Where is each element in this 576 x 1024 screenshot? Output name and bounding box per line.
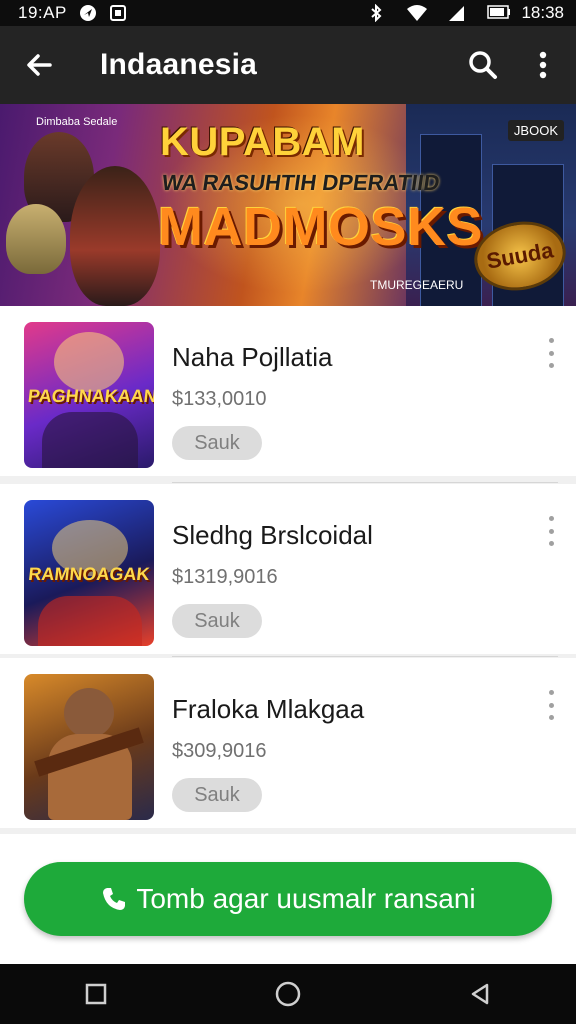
banner-cat [6, 204, 66, 274]
search-icon[interactable] [464, 46, 502, 84]
product-price: $1319,9016 [172, 566, 278, 588]
product-action-button[interactable]: Sauk [172, 778, 262, 812]
status-bar: 19:AP 18:38 [0, 0, 576, 26]
system-nav-bar [0, 964, 576, 1024]
list-divider [172, 656, 558, 657]
location-icon [79, 4, 97, 22]
product-list: PAGHNAKAAN Naha Pojllatia $133,0010 Sauk… [0, 306, 576, 834]
banner-top-caption: Dimbaba Sedale [36, 116, 118, 128]
status-time-right: 18:38 [521, 3, 564, 22]
phone-icon [100, 885, 128, 913]
list-divider [172, 482, 558, 483]
list-item[interactable]: Fraloka Mlakgaa $309,9016 Sauk [0, 658, 576, 828]
banner-headline-2: WA RASUHTIH DPERATIID [160, 170, 442, 195]
back-arrow-icon[interactable] [20, 46, 58, 84]
banner-headline-1: KUPABAM [160, 120, 365, 164]
more-vert-icon[interactable] [542, 338, 560, 368]
banner-headline-3: MADMOSKS [158, 197, 483, 257]
back-triangle-icon[interactable] [460, 974, 500, 1014]
battery-icon [487, 4, 511, 22]
signal-icon [447, 4, 465, 22]
product-name: Naha Pojllatia [172, 342, 333, 372]
product-price: $133,0010 [172, 388, 267, 410]
cta-container: Tomb agar uusmalr ransani [0, 834, 576, 964]
bluetooth-icon [367, 3, 385, 23]
home-circle-icon[interactable] [268, 974, 308, 1014]
banner-hero-main [70, 166, 160, 306]
recents-square-icon[interactable] [76, 974, 116, 1014]
product-price: $309,9016 [172, 740, 267, 762]
wifi-icon [407, 4, 428, 22]
more-vert-icon[interactable] [542, 690, 560, 720]
app-bar: Indaanesia [0, 26, 576, 104]
call-button-label: Tomb agar uusmalr ransani [136, 883, 476, 914]
product-thumbnail [24, 674, 154, 820]
call-button[interactable]: Tomb agar uusmalr ransani [24, 862, 552, 936]
more-vert-icon[interactable] [524, 46, 562, 84]
promo-banner[interactable]: Dimbaba Sedale KUPABAM WA RASUHTIH DPERA… [0, 104, 576, 306]
page-title: Indaanesia [100, 48, 258, 81]
product-thumb-label: RAMNOAGAK [27, 564, 151, 584]
product-name: Fraloka Mlakgaa [172, 694, 365, 724]
product-thumbnail: RAMNOAGAK [24, 500, 154, 646]
notification-icon [109, 4, 127, 22]
product-name: Sledhg Brslcoidal [172, 520, 373, 550]
banner-tag: JBOOK [507, 120, 564, 141]
banner-bottom-caption: TMUREGEAERU [370, 278, 464, 292]
product-thumbnail: PAGHNAKAAN [24, 322, 154, 468]
status-time-left: 19:AP [18, 3, 67, 22]
product-action-button[interactable]: Sauk [172, 604, 262, 638]
list-item[interactable]: PAGHNAKAAN Naha Pojllatia $133,0010 Sauk [0, 306, 576, 476]
product-thumb-label: PAGHNAKAAN [27, 386, 154, 406]
more-vert-icon[interactable] [542, 516, 560, 546]
list-item[interactable]: RAMNOAGAK Sledhg Brslcoidal $1319,9016 S… [0, 484, 576, 654]
product-action-button[interactable]: Sauk [172, 426, 262, 460]
